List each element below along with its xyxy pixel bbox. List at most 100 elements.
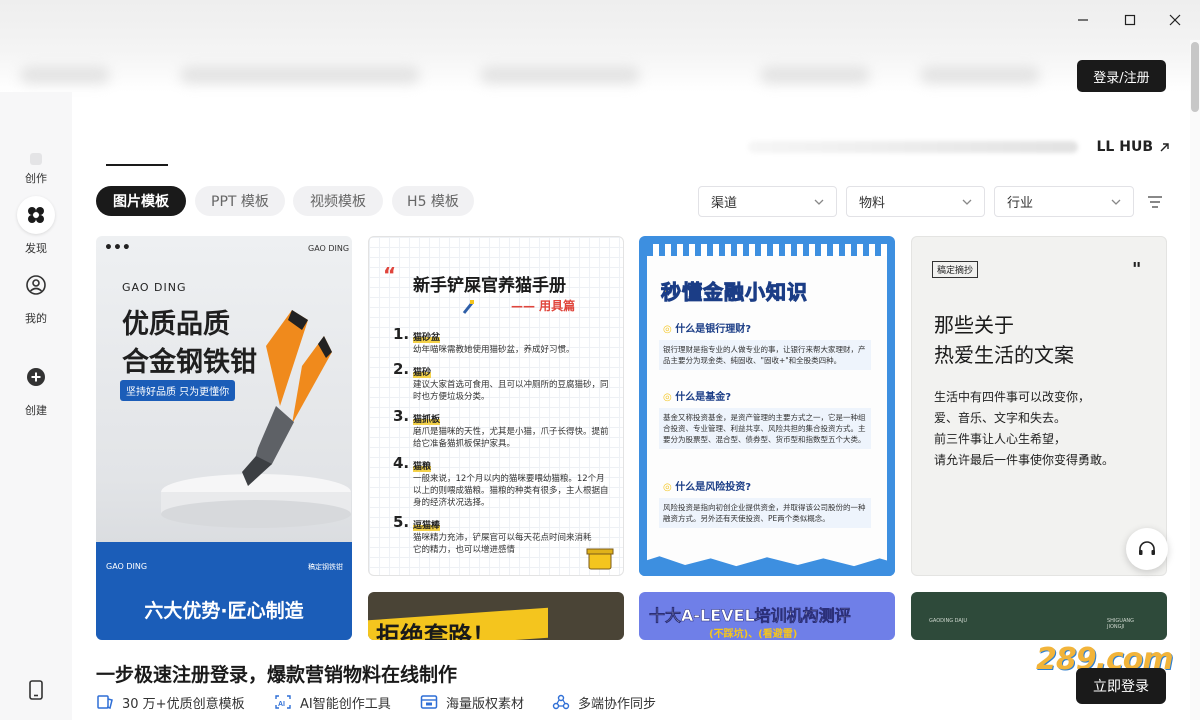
template-icon (97, 695, 113, 709)
question: ◎ 什么是银行理财? (663, 324, 752, 335)
filter-icon[interactable] (1147, 194, 1163, 213)
binder-holes (647, 244, 887, 256)
collaboration-icon (552, 694, 570, 710)
chevron-down-icon (962, 199, 972, 205)
hub-link[interactable]: LL HUB (740, 137, 1170, 157)
card-title: 拒绝套路！ (376, 622, 496, 640)
answer: 风险投资是指向初创企业提供资金，并取得该公司股份的一种融资方式。另外还有天使投资… (659, 498, 871, 528)
item-name: 猫粮 (413, 459, 432, 472)
feature-label: 30 万+优质创意模板 (122, 696, 245, 712)
filter-label: 渠道 (711, 196, 738, 211)
answer: 基金又称投资基金，是资产管理的主要方式之一，它是一种组合投资、专业管理、利益共享… (659, 408, 871, 449)
tab-video-templates[interactable]: 视频模板 (293, 186, 383, 216)
login-now-button[interactable]: 立即登录 (1076, 668, 1166, 704)
card-title: 那些关于 (934, 313, 1014, 337)
discover-icon (17, 196, 55, 234)
channel-filter[interactable]: 渠道 (698, 186, 837, 217)
item-text: 幼年喵咪需教她使用猫砂盆，养成好习惯。 (413, 345, 575, 355)
card-tag: 稿定摘抄 (932, 261, 979, 278)
close-icon[interactable] (1160, 8, 1190, 32)
template-card-green[interactable]: GAODING DAJU SHIGUANG JIONGJI (911, 592, 1167, 640)
sidebar-item-mine[interactable]: 我的 (0, 266, 72, 326)
item-name: 猫砂盆 (413, 330, 441, 343)
card-footer-title: 六大优势·匠心制造 (144, 600, 304, 622)
item-name: 猫砂 (413, 365, 432, 378)
quote-line: 前三件事让人心生希望， (934, 432, 1067, 446)
login-register-button[interactable]: 登录/注册 (1077, 60, 1166, 92)
card-subtitle: —— 用具篇 (511, 299, 576, 313)
item-number: 1. (393, 325, 410, 343)
shovel-icon (461, 299, 475, 319)
filter-label: 行业 (1007, 196, 1034, 211)
card-brand: GAO DING (122, 281, 187, 294)
template-card-cat-manual[interactable]: “ 新手铲屎官养猫手册 —— 用具篇 1. 猫砂盆 幼年喵咪需教她使用猫砂盆，养… (368, 236, 624, 576)
item-number: 2. (393, 360, 410, 378)
card-title: 新手铲屎官养猫手册 (413, 276, 566, 296)
sidebar-item-new[interactable]: 创建 (0, 358, 72, 418)
sidebar-item-mobile[interactable] (0, 680, 72, 704)
title-bar (0, 0, 1200, 92)
template-card-finance[interactable]: 秒懂金融小知识 ◎ 什么是银行理财? 银行理财是指专业的人做专业的事，让银行来帮… (639, 236, 895, 576)
filter-label: 物料 (859, 196, 886, 211)
blurred-nav (180, 66, 420, 84)
scrollbar-track[interactable] (1190, 40, 1200, 720)
template-card-quote[interactable]: 稿定摘抄 " 那些关于 热爱生活的文案 生活中有四件事可以改变你， 爱、音乐、文… (911, 236, 1167, 576)
card-menu-dots[interactable]: ••• (104, 240, 131, 256)
headset-icon (1139, 541, 1155, 555)
item-text: 建议大家首选可食用、且可以冲厕所的豆腐猫砂，同时也方便垃圾分类。 (413, 380, 609, 402)
sidebar-item-create[interactable]: 创作 (0, 140, 72, 186)
sidebar-item-discover[interactable]: 发现 (0, 196, 72, 256)
quote-mark-icon: " (1132, 259, 1142, 280)
card-footer-brand: GAO DING (106, 562, 148, 571)
item-number: 5. (393, 513, 410, 531)
quote-line: 请允许最后一件事使你变得勇敢。 (934, 453, 1115, 467)
quote-line: 生活中有四件事可以改变你， (934, 390, 1091, 404)
card-title: 秒懂金融小知识 (661, 280, 808, 305)
card-caption: SHIGUANG JIONGJI (1107, 618, 1134, 630)
quote-line: 爱、音乐、文字和失去。 (934, 411, 1067, 425)
sidebar-item-label: 我的 (25, 312, 47, 325)
material-filter[interactable]: 物料 (846, 186, 985, 217)
item-number: 4. (393, 454, 410, 472)
item-name: 猫抓板 (413, 412, 441, 425)
plus-circle-icon (17, 358, 55, 396)
svg-text:AI: AI (278, 701, 285, 708)
customer-support-button[interactable] (1126, 528, 1168, 570)
scrollbar-thumb[interactable] (1191, 42, 1199, 112)
card-caption: GAODING DAJU (929, 618, 967, 624)
tab-ppt-templates[interactable]: PPT 模板 (195, 186, 285, 216)
question: ◎ 什么是基金? (663, 392, 732, 403)
card-subtitle: (不踩坑)、(看避雷) (709, 629, 798, 640)
feature-assets: 海量版权素材 (420, 692, 524, 712)
promo-title: 一步极速注册登录，爆款营销物料在线制作 (96, 664, 458, 686)
feature-ai: AI AI智能创作工具 (274, 692, 391, 712)
list-item: 1. 猫砂盆 幼年喵咪需教她使用猫砂盆，养成好习惯。 (393, 325, 613, 356)
cat-tips-list: 1. 猫砂盆 幼年喵咪需教她使用猫砂盆，养成好习惯。 2. 猫砂 建议大家首选可… (393, 325, 613, 556)
arrow-up-right-icon (1160, 142, 1169, 151)
industry-filter[interactable]: 行业 (994, 186, 1134, 217)
tab-image-templates[interactable]: 图片模板 (96, 186, 186, 216)
pliers-illustration (161, 310, 351, 528)
image-library-icon (420, 695, 438, 709)
minimize-icon[interactable] (1068, 8, 1098, 32)
card-brand-top: GAO DING (308, 244, 350, 253)
feature-collaboration: 多端协作同步 (552, 692, 656, 712)
quote-lines: 生活中有四件事可以改变你， 爱、音乐、文字和失去。 前三件事让人心生希望， 请允… (934, 387, 1114, 471)
template-card-pliers[interactable]: ••• GAO DING GAO DING 优质品质 合金钢铁钳 坚持好品质 只… (96, 236, 352, 640)
template-card-alevel[interactable]: 十大A-LEVEL培训机构测评 (不踩坑)、(看避雷) (639, 592, 895, 640)
template-card-no-tricks[interactable]: 拒绝套路！ (368, 592, 624, 640)
blurred-nav (20, 66, 110, 84)
active-section-underline (106, 164, 168, 166)
answer: 银行理财是指专业的人做专业的事，让银行来帮大家理财，产品主要分为现金类、純固收、… (659, 340, 871, 370)
card-title: 十大A-LEVEL培训机构测评 (649, 606, 851, 626)
chevron-down-icon (1111, 199, 1121, 205)
feature-label: 多端协作同步 (578, 696, 657, 712)
feature-templates: 30 万+优质创意模板 (96, 692, 245, 712)
quote-open-icon: “ (383, 263, 397, 287)
chevron-down-icon (814, 199, 824, 205)
maximize-icon[interactable] (1115, 8, 1145, 32)
tab-h5-templates[interactable]: H5 模板 (392, 186, 474, 216)
sidebar-item-label: 创作 (25, 172, 47, 185)
card-footer-right: 稿定钢铁钳 (308, 563, 343, 571)
item-number: 3. (393, 407, 410, 425)
